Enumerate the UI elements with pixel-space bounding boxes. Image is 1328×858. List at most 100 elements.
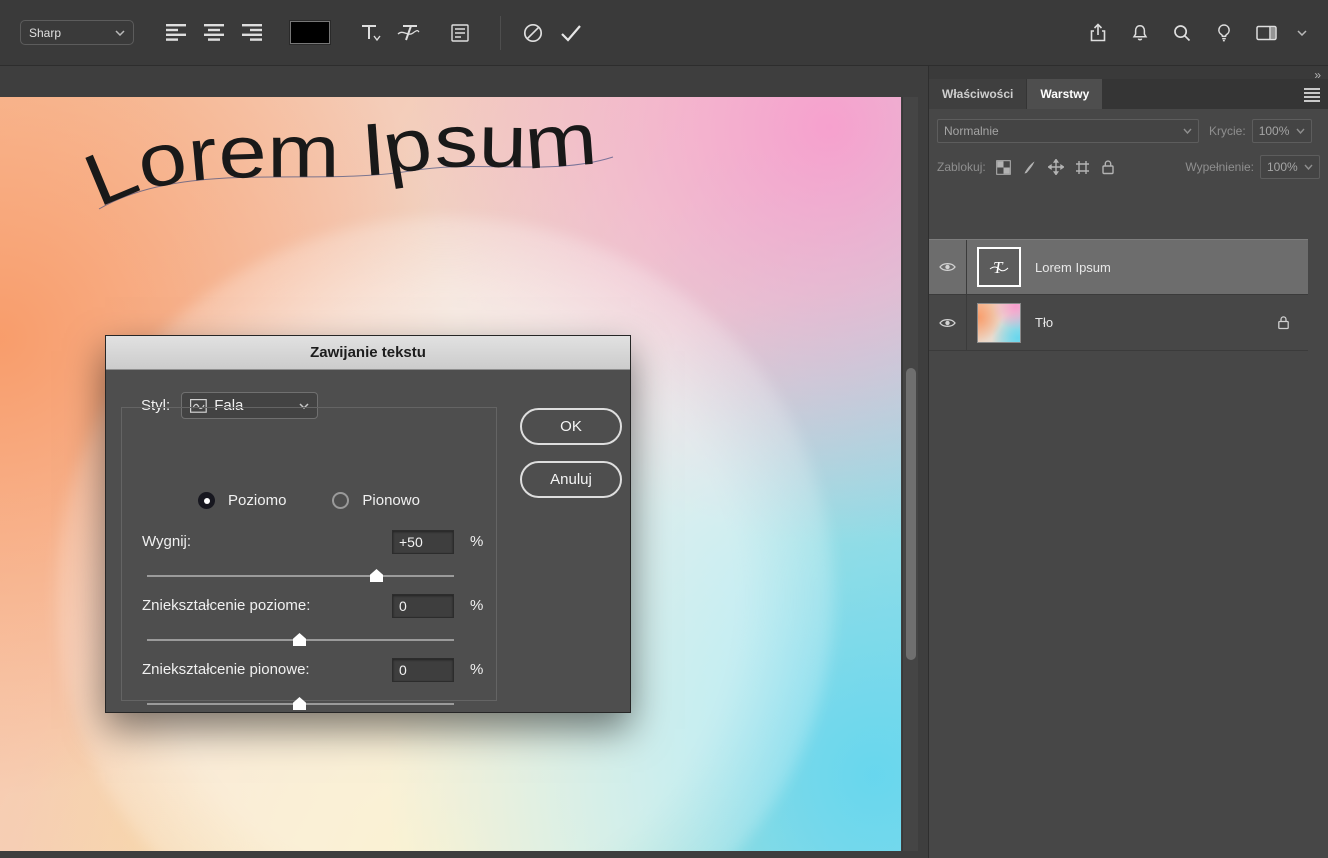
visibility-eye-icon[interactable] bbox=[939, 317, 956, 329]
distort-horizontal-unit: % bbox=[470, 594, 483, 618]
cancel-button[interactable]: Anuluj bbox=[520, 461, 622, 498]
lightbulb-icon bbox=[1214, 22, 1234, 43]
align-center-button[interactable] bbox=[200, 19, 228, 47]
bend-label: Wygnij: bbox=[142, 530, 191, 554]
align-right-icon bbox=[242, 24, 263, 41]
visibility-eye-icon[interactable] bbox=[939, 261, 956, 273]
photoshop-window: Sharp bbox=[0, 0, 1328, 858]
horizontal-label: Poziomo bbox=[228, 492, 286, 509]
distort-vertical-label: Zniekształcenie pionowe: bbox=[142, 658, 310, 682]
toggle-panels-button[interactable] bbox=[446, 19, 474, 47]
warp-options-group: Poziomo Pionowo Wygnij: +50 % Zniekształ… bbox=[121, 407, 497, 701]
chevron-down-icon bbox=[1183, 128, 1192, 134]
blend-mode-value: Normalnie bbox=[944, 124, 999, 138]
slider-thumb[interactable] bbox=[370, 569, 383, 582]
warp-text-button[interactable] bbox=[394, 19, 422, 47]
distort-horizontal-input[interactable]: 0 bbox=[392, 594, 454, 618]
bell-icon bbox=[1130, 23, 1150, 43]
search-icon bbox=[1172, 23, 1192, 43]
warp-text-icon bbox=[396, 23, 420, 43]
tab-label: Warstwy bbox=[1040, 87, 1089, 101]
text-align-group bbox=[162, 19, 266, 47]
share-button[interactable] bbox=[1084, 19, 1112, 47]
toolbar-separator bbox=[500, 16, 501, 50]
lock-transparency-icon[interactable] bbox=[996, 160, 1011, 175]
opacity-dropdown[interactable]: 100% bbox=[1252, 119, 1312, 143]
commit-edit-button[interactable] bbox=[557, 19, 585, 47]
scrollbar-thumb[interactable] bbox=[906, 368, 916, 660]
cancel-edit-button[interactable] bbox=[519, 19, 547, 47]
share-icon bbox=[1088, 22, 1108, 43]
radio-selected-icon[interactable] bbox=[198, 492, 215, 509]
toolbar-more-button[interactable] bbox=[1294, 19, 1310, 47]
layer-lock-icon bbox=[1277, 315, 1290, 330]
fill-dropdown[interactable]: 100% bbox=[1260, 155, 1320, 179]
distort-horizontal-label: Zniekształcenie poziome: bbox=[142, 594, 310, 618]
character-panel-icon bbox=[451, 24, 469, 42]
orientation-horizontal-option[interactable]: Poziomo bbox=[198, 492, 286, 509]
text-color-swatch[interactable] bbox=[290, 21, 330, 44]
opacity-value: 100% bbox=[1259, 124, 1290, 138]
distort-vertical-unit: % bbox=[470, 658, 483, 682]
panels-dock: » Właściwości Warstwy Normalnie Krycie: … bbox=[928, 66, 1328, 858]
lock-position-icon[interactable] bbox=[1048, 159, 1064, 175]
text-layer-thumbnail[interactable]: T bbox=[977, 247, 1021, 287]
align-left-button[interactable] bbox=[162, 19, 190, 47]
canvas-scrollbar[interactable] bbox=[902, 97, 918, 851]
chevron-down-icon bbox=[1304, 164, 1313, 170]
distort-vertical-slider[interactable] bbox=[147, 696, 454, 710]
distort-vertical-input[interactable]: 0 bbox=[392, 658, 454, 682]
blend-mode-dropdown[interactable]: Normalnie bbox=[937, 119, 1199, 143]
dialog-title: Zawijanie tekstu bbox=[106, 336, 630, 370]
lock-paint-icon[interactable] bbox=[1022, 160, 1037, 175]
orientation-vertical-option[interactable]: Pionowo bbox=[332, 492, 420, 509]
layer-row-tlo[interactable]: Tło bbox=[929, 295, 1308, 351]
radio-unselected-icon[interactable] bbox=[332, 492, 349, 509]
cancel-icon bbox=[522, 22, 544, 44]
background-layer-thumbnail[interactable] bbox=[977, 303, 1021, 343]
fill-value: 100% bbox=[1267, 160, 1298, 174]
align-right-button[interactable] bbox=[238, 19, 266, 47]
lock-all-icon[interactable] bbox=[1101, 159, 1115, 175]
warp-text-dialog: Zawijanie tekstu Styl: Fala Poziomo bbox=[105, 335, 631, 713]
lock-label: Zablokuj: bbox=[937, 160, 986, 174]
layer-name: Tło bbox=[1035, 315, 1277, 330]
warped-text[interactable]: Lorem Ipsum bbox=[85, 97, 630, 257]
lock-artboard-icon[interactable] bbox=[1075, 160, 1090, 175]
antialias-value: Sharp bbox=[29, 26, 61, 40]
slider-track[interactable] bbox=[147, 575, 454, 577]
tab-layers[interactable]: Warstwy bbox=[1027, 79, 1102, 109]
text-orientation-button[interactable] bbox=[356, 19, 384, 47]
fill-label: Wypełnienie: bbox=[1185, 160, 1254, 174]
svg-text:Lorem Ipsum: Lorem Ipsum bbox=[85, 97, 600, 222]
options-bar: Sharp bbox=[0, 0, 1328, 66]
ok-button[interactable]: OK bbox=[520, 408, 622, 445]
bend-unit: % bbox=[470, 530, 483, 554]
vertical-label: Pionowo bbox=[362, 492, 420, 509]
bend-value-input[interactable]: +50 bbox=[392, 530, 454, 554]
bend-slider[interactable] bbox=[147, 568, 454, 582]
align-center-icon bbox=[204, 24, 225, 41]
layer-name: Lorem Ipsum bbox=[1035, 260, 1308, 275]
text-layer-icon: T bbox=[986, 255, 1012, 279]
chevron-down-icon bbox=[1296, 128, 1305, 134]
notifications-button[interactable] bbox=[1126, 19, 1154, 47]
panel-menu-icon[interactable] bbox=[1304, 88, 1320, 100]
discover-button[interactable] bbox=[1210, 19, 1238, 47]
search-button[interactable] bbox=[1168, 19, 1196, 47]
chevron-down-icon bbox=[115, 30, 125, 36]
distort-horizontal-slider[interactable] bbox=[147, 632, 454, 646]
tab-label: Właściwości bbox=[942, 87, 1013, 101]
layer-row-lorem-ipsum[interactable]: T Lorem Ipsum bbox=[929, 239, 1308, 295]
panel-layout-icon bbox=[1256, 24, 1277, 42]
text-orientation-icon bbox=[359, 23, 381, 43]
opacity-label: Krycie: bbox=[1209, 124, 1246, 138]
antialias-dropdown[interactable]: Sharp bbox=[20, 20, 134, 45]
slider-thumb[interactable] bbox=[293, 633, 306, 646]
chevron-down-icon bbox=[1297, 30, 1307, 36]
slider-thumb[interactable] bbox=[293, 697, 306, 710]
workspace-panel-button[interactable] bbox=[1252, 19, 1280, 47]
checkmark-icon bbox=[560, 24, 582, 42]
tab-properties[interactable]: Właściwości bbox=[929, 79, 1026, 109]
align-left-icon bbox=[166, 24, 187, 41]
